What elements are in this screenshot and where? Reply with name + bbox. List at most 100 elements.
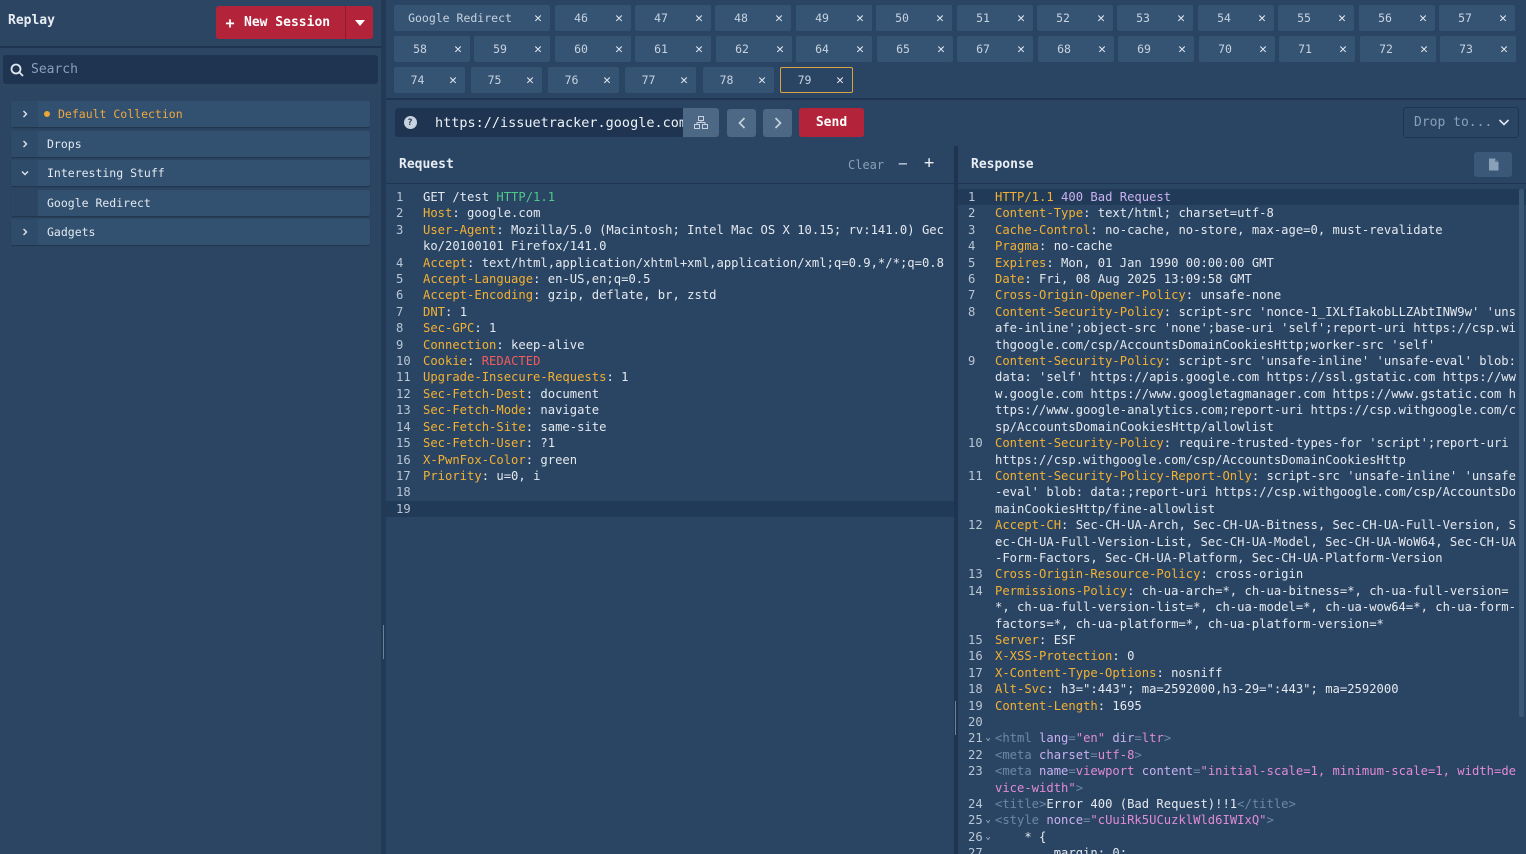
- clear-button[interactable]: Clear: [848, 158, 884, 172]
- code-token: >: [1163, 731, 1172, 746]
- copy-response-button[interactable]: [1474, 152, 1512, 177]
- new-session-button[interactable]: + New Session: [216, 6, 373, 39]
- close-icon[interactable]: ✕: [828, 73, 852, 88]
- url-input[interactable]: [425, 108, 683, 137]
- close-icon[interactable]: ✕: [687, 42, 711, 57]
- close-icon[interactable]: ✕: [1169, 11, 1193, 26]
- session-tab[interactable]: 77 ✕: [625, 67, 696, 93]
- close-icon[interactable]: ✕: [1089, 11, 1113, 26]
- session-tab[interactable]: 55 ✕: [1278, 5, 1354, 31]
- close-icon[interactable]: ✕: [1251, 42, 1275, 57]
- session-tab[interactable]: 48 ✕: [715, 5, 791, 31]
- collection-item[interactable]: Drops: [11, 130, 370, 157]
- session-tab[interactable]: Google Redirect ✕: [394, 5, 550, 31]
- close-icon[interactable]: ✕: [526, 42, 550, 57]
- session-tab[interactable]: 58 ✕: [394, 36, 470, 62]
- chevron-right-icon[interactable]: [11, 130, 38, 157]
- session-tab[interactable]: 69 ✕: [1118, 36, 1194, 62]
- close-icon[interactable]: ✕: [518, 73, 542, 88]
- session-tab[interactable]: 59 ✕: [474, 36, 550, 62]
- line-number: 21: [968, 731, 983, 746]
- chevron-right-icon[interactable]: [11, 101, 38, 127]
- close-icon[interactable]: ✕: [672, 73, 696, 88]
- close-icon[interactable]: ✕: [526, 11, 550, 26]
- session-tab[interactable]: 73 ✕: [1440, 36, 1516, 62]
- fold-icon[interactable]: ⌄: [980, 730, 991, 746]
- send-button[interactable]: Send: [799, 108, 864, 137]
- session-tab[interactable]: 54 ✕: [1198, 5, 1274, 31]
- session-tab[interactable]: 60 ✕: [555, 36, 631, 62]
- search-box[interactable]: [3, 55, 378, 84]
- close-icon[interactable]: ✕: [687, 11, 711, 26]
- chevron-right-icon[interactable]: [11, 219, 38, 245]
- session-tab[interactable]: 68 ✕: [1038, 36, 1114, 62]
- collection-item[interactable]: Default Collection: [11, 101, 370, 127]
- increase-font-button[interactable]: +: [924, 153, 934, 173]
- back-button[interactable]: [727, 109, 756, 137]
- close-icon[interactable]: ✕: [1090, 42, 1114, 57]
- session-tab[interactable]: 46 ✕: [555, 5, 631, 31]
- close-icon[interactable]: ✕: [607, 11, 631, 26]
- close-icon[interactable]: ✕: [768, 42, 792, 57]
- decrease-font-button[interactable]: −: [898, 154, 908, 173]
- connection-button[interactable]: [683, 108, 719, 137]
- session-tab[interactable]: 56 ✕: [1359, 5, 1435, 31]
- session-tab[interactable]: 72 ✕: [1360, 36, 1436, 62]
- close-icon[interactable]: ✕: [1411, 11, 1435, 26]
- session-tab[interactable]: 79 ✕: [780, 67, 853, 93]
- session-tab[interactable]: 47 ✕: [635, 5, 711, 31]
- close-icon[interactable]: ✕: [1009, 42, 1033, 57]
- session-tab[interactable]: 67 ✕: [957, 36, 1033, 62]
- session-tab[interactable]: 53 ✕: [1117, 5, 1193, 31]
- close-icon[interactable]: ✕: [441, 73, 465, 88]
- session-tab[interactable]: 70 ✕: [1199, 36, 1275, 62]
- close-icon[interactable]: ✕: [1412, 42, 1436, 57]
- fold-icon[interactable]: ⌄: [980, 812, 991, 828]
- session-tab[interactable]: 52 ✕: [1037, 5, 1113, 31]
- session-tab[interactable]: 57 ✕: [1439, 5, 1515, 31]
- collection-session-item[interactable]: Google Redirect: [11, 189, 370, 216]
- session-tab[interactable]: 49 ✕: [796, 5, 872, 31]
- forward-button[interactable]: [763, 109, 792, 137]
- session-tab[interactable]: 75 ✕: [471, 67, 542, 93]
- close-icon[interactable]: ✕: [767, 11, 791, 26]
- session-tab[interactable]: 61 ✕: [635, 36, 711, 62]
- close-icon[interactable]: ✕: [1170, 42, 1194, 57]
- close-icon[interactable]: ✕: [1492, 42, 1516, 57]
- new-session-dropdown[interactable]: [345, 6, 373, 39]
- session-tab[interactable]: 50 ✕: [876, 5, 952, 31]
- close-icon[interactable]: ✕: [1009, 11, 1033, 26]
- close-icon[interactable]: ✕: [595, 73, 619, 88]
- drop-to-select[interactable]: Drop to...: [1403, 107, 1519, 138]
- close-icon[interactable]: ✕: [929, 42, 953, 57]
- close-icon[interactable]: ✕: [1491, 11, 1515, 26]
- session-tab[interactable]: 78 ✕: [703, 67, 774, 93]
- close-icon[interactable]: ✕: [848, 42, 872, 57]
- close-icon[interactable]: ✕: [446, 42, 470, 57]
- close-icon[interactable]: ✕: [1331, 42, 1355, 57]
- fold-icon[interactable]: ⌄: [980, 829, 991, 845]
- close-icon[interactable]: ✕: [607, 42, 631, 57]
- close-icon[interactable]: ✕: [750, 73, 774, 88]
- session-tab[interactable]: 71 ✕: [1279, 36, 1355, 62]
- chevron-down-icon[interactable]: [11, 160, 38, 186]
- close-icon[interactable]: ✕: [848, 11, 872, 26]
- session-tab[interactable]: 65 ✕: [877, 36, 953, 62]
- line-number: 14: [968, 583, 983, 598]
- session-tab[interactable]: 74 ✕: [394, 67, 465, 93]
- session-tab[interactable]: 64 ✕: [796, 36, 872, 62]
- session-tab[interactable]: 76 ✕: [548, 67, 619, 93]
- close-icon[interactable]: ✕: [1330, 11, 1354, 26]
- tab-label: Google Redirect: [408, 11, 512, 25]
- collection-item[interactable]: Interesting Stuff: [11, 160, 370, 186]
- session-tab[interactable]: 51 ✕: [957, 5, 1033, 31]
- response-editor[interactable]: 1 HTTP/1.1 400 Bad Request 2 Content-Type: …: [958, 185, 1526, 854]
- session-tab[interactable]: 62 ✕: [716, 36, 792, 62]
- help-button[interactable]: ?: [395, 108, 425, 137]
- response-scrollbar[interactable]: [1519, 189, 1524, 717]
- close-icon[interactable]: ✕: [928, 11, 952, 26]
- collection-item[interactable]: Gadgets: [11, 219, 370, 245]
- close-icon[interactable]: ✕: [1250, 11, 1274, 26]
- request-editor[interactable]: 1 GET /test HTTP/1.1 2 Host: google.com 3 Use…: [386, 185, 954, 854]
- search-input[interactable]: [31, 62, 378, 77]
